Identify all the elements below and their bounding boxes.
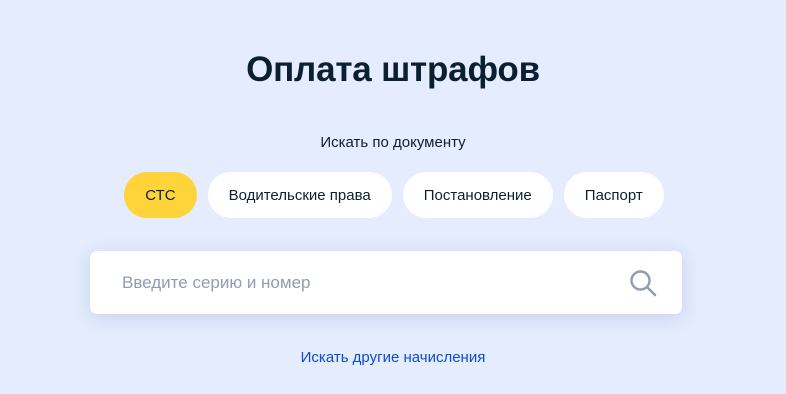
search-box xyxy=(90,251,682,314)
chip-resolution[interactable]: Постановление xyxy=(402,172,553,218)
document-type-label: Искать по документу xyxy=(320,134,466,151)
search-icon[interactable] xyxy=(628,268,658,298)
chip-drivers-license[interactable]: Водительские права xyxy=(207,172,392,218)
document-type-chips: СТС Водительские права Постановление Пас… xyxy=(0,172,786,218)
other-charges-link[interactable]: Искать другие начисления xyxy=(301,349,486,366)
chip-sts[interactable]: СТС xyxy=(124,172,197,218)
page-title: Оплата штрафов xyxy=(246,50,540,89)
chip-passport[interactable]: Паспорт xyxy=(563,172,664,218)
other-charges-link-wrapper: Искать другие начисления xyxy=(0,348,786,368)
search-input[interactable] xyxy=(90,251,628,314)
